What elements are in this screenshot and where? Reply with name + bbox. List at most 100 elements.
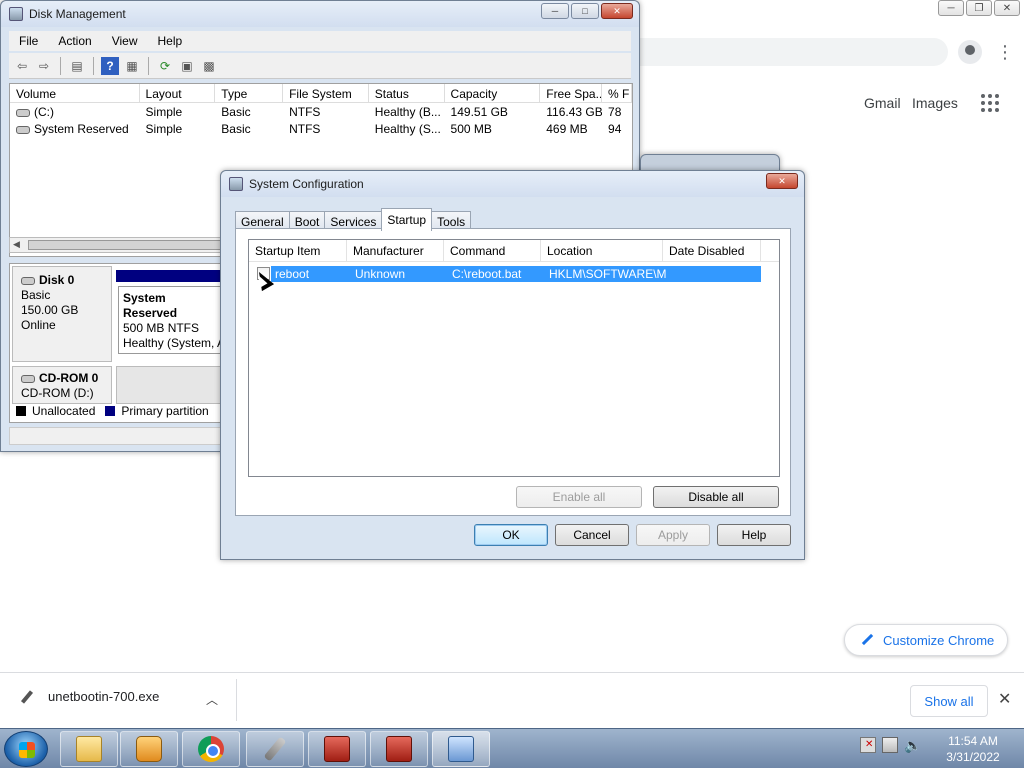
- toolbox-icon: [324, 736, 350, 762]
- cell-layout: Simple: [145, 105, 183, 119]
- show-all-button[interactable]: Show all: [910, 685, 988, 717]
- rescan-icon[interactable]: ▣: [178, 57, 196, 75]
- refresh-icon[interactable]: ⟳: [156, 57, 174, 75]
- console-tree-icon[interactable]: ▤: [68, 57, 86, 75]
- disk-type: Basic: [21, 288, 51, 302]
- apply-button[interactable]: Apply: [636, 524, 710, 546]
- properties-icon[interactable]: ▦: [123, 57, 141, 75]
- google-apps-icon[interactable]: [981, 94, 999, 112]
- column-command[interactable]: Command: [444, 240, 541, 261]
- partition-system-reserved[interactable]: System Reserved 500 MB NTFS Healthy (Sys…: [118, 286, 228, 354]
- chrome-icon: [198, 736, 224, 762]
- download-bar: unetbootin-700.exe ︿ Show all ✕: [0, 672, 1024, 728]
- close-button[interactable]: ✕: [766, 173, 798, 189]
- enable-all-button[interactable]: Enable all: [516, 486, 642, 508]
- menu-action[interactable]: Action: [48, 31, 101, 51]
- selected-row[interactable]: reboot Unknown C:\reboot.bat HKLM\SOFTWA…: [271, 266, 761, 282]
- disk-0-label[interactable]: Disk 0 Basic 150.00 GB Online: [12, 266, 112, 362]
- primary-partition-bar: [116, 270, 226, 282]
- forward-arrow-icon[interactable]: ⇨: [35, 57, 53, 75]
- taskbar-unetbootin[interactable]: [246, 731, 304, 767]
- column-file-system[interactable]: File System: [283, 84, 369, 102]
- kebab-menu-icon[interactable]: ⋮: [996, 40, 1014, 64]
- taskbar-explorer[interactable]: [60, 731, 118, 767]
- taskbar-media-player[interactable]: [120, 731, 178, 767]
- menu-file[interactable]: File: [9, 31, 48, 51]
- scroll-left-icon[interactable]: ◀: [13, 239, 20, 250]
- partition-size: 500 MB NTFS: [123, 321, 200, 335]
- taskbar-toolbox-1[interactable]: [308, 731, 366, 767]
- column-capacity[interactable]: Capacity: [445, 84, 541, 102]
- msconfig-icon: [448, 736, 474, 762]
- cell-layout: Simple: [145, 122, 183, 136]
- unallocated-swatch: [16, 406, 26, 416]
- startup-items-list: Startup Item Manufacturer Command Locati…: [248, 239, 780, 477]
- cell-status: Healthy (B...: [374, 105, 441, 119]
- title-bar[interactable]: Disk Management ─ □ ✕: [1, 1, 639, 27]
- cell-date-disabled: [667, 266, 761, 282]
- disable-all-button[interactable]: Disable all: [653, 486, 779, 508]
- cdrom-name: CD-ROM 0: [39, 371, 99, 385]
- table-row[interactable]: reboot Unknown C:\reboot.bat HKLM\SOFTWA…: [253, 266, 761, 282]
- close-icon[interactable]: ✕: [998, 689, 1011, 709]
- scrollbar-thumb[interactable]: [28, 240, 228, 250]
- menu-view[interactable]: View: [102, 31, 148, 51]
- legend-primary: Primary partition: [121, 404, 209, 418]
- restore-icon[interactable]: ❐: [966, 0, 992, 16]
- start-button[interactable]: [4, 731, 48, 767]
- column-status[interactable]: Status: [369, 84, 445, 102]
- table-row[interactable]: System Reserved Simple Basic NTFS Health…: [10, 120, 632, 137]
- partition-name: System Reserved: [123, 291, 178, 320]
- minimize-icon[interactable]: ─: [938, 0, 964, 16]
- volume-icon[interactable]: 🔈: [904, 737, 921, 753]
- back-arrow-icon[interactable]: ⇦: [13, 57, 31, 75]
- cdrom-0-label[interactable]: CD-ROM 0 CD-ROM (D:): [12, 366, 112, 404]
- download-filename: unetbootin-700.exe: [48, 689, 160, 704]
- ok-button[interactable]: OK: [474, 524, 548, 546]
- column-manufacturer[interactable]: Manufacturer: [347, 240, 444, 261]
- column-date-disabled[interactable]: Date Disabled: [663, 240, 761, 261]
- customize-chrome-button[interactable]: Customize Chrome: [844, 624, 1008, 656]
- close-button[interactable]: ✕: [601, 3, 633, 19]
- cell-percent-free: 78: [608, 105, 622, 119]
- download-item[interactable]: unetbootin-700.exe: [20, 689, 159, 704]
- menu-bar: File Action View Help: [9, 31, 631, 51]
- column-layout[interactable]: Layout: [140, 84, 216, 102]
- menu-help[interactable]: Help: [148, 31, 193, 51]
- help-button[interactable]: Help: [717, 524, 791, 546]
- cdrom-area: [116, 366, 230, 404]
- profile-icon[interactable]: [958, 40, 982, 64]
- column-free-space[interactable]: Free Spa...: [540, 84, 603, 102]
- images-link[interactable]: Images: [912, 95, 958, 111]
- table-row[interactable]: (C:) Simple Basic NTFS Healthy (B... 149…: [10, 103, 632, 120]
- settings-icon[interactable]: ▩: [200, 57, 218, 75]
- column-type[interactable]: Type: [215, 84, 284, 102]
- minimize-button[interactable]: ─: [541, 3, 569, 19]
- maximize-button[interactable]: □: [571, 3, 599, 19]
- column-startup-item[interactable]: Startup Item: [249, 240, 347, 261]
- chevron-up-icon[interactable]: ︿: [206, 691, 218, 708]
- download-file-icon: [20, 690, 34, 704]
- close-icon[interactable]: ✕: [994, 0, 1020, 16]
- taskbar-toolbox-2[interactable]: [370, 731, 428, 767]
- column-volume[interactable]: Volume: [10, 84, 140, 102]
- cell-startup-item: reboot: [275, 267, 310, 281]
- tab-startup[interactable]: Startup: [381, 208, 433, 231]
- gmail-link[interactable]: Gmail: [864, 95, 901, 111]
- cancel-button[interactable]: Cancel: [555, 524, 629, 546]
- cell-volume: System Reserved: [34, 122, 129, 136]
- system-tray: 🔈: [860, 737, 921, 753]
- taskbar-chrome[interactable]: [182, 731, 240, 767]
- help-icon[interactable]: ?: [101, 56, 119, 75]
- network-icon[interactable]: [882, 737, 898, 753]
- action-center-icon[interactable]: [860, 737, 876, 753]
- disk-name: Disk 0: [39, 273, 75, 287]
- column-location[interactable]: Location: [541, 240, 663, 261]
- omnibox[interactable]: [640, 38, 948, 66]
- taskbar-msconfig[interactable]: [432, 731, 490, 767]
- startup-tab-panel: Startup Item Manufacturer Command Locati…: [235, 228, 791, 516]
- title-bar[interactable]: System Configuration ✕: [221, 171, 804, 197]
- clock[interactable]: 11:54 AM 3/31/2022: [938, 733, 1008, 765]
- column-percent-free[interactable]: % F: [602, 84, 632, 102]
- cell-file-system: NTFS: [289, 105, 321, 119]
